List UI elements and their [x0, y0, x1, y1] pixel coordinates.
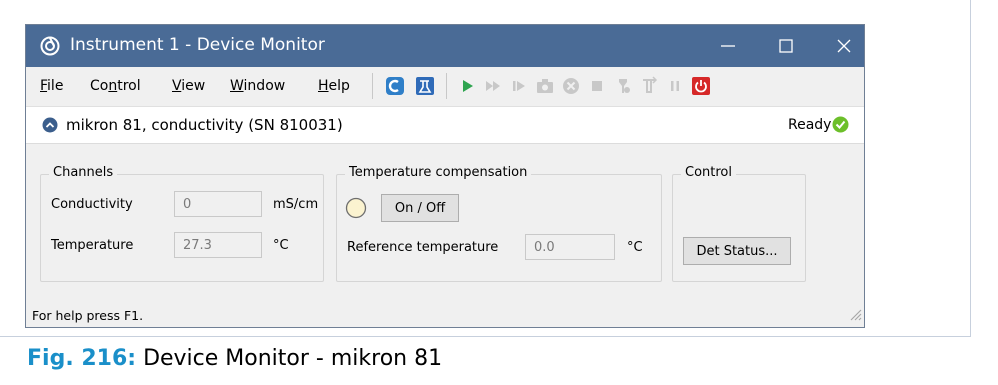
play-icon [463, 80, 473, 92]
resize-grip-icon[interactable] [846, 305, 862, 325]
reference-temperature-field[interactable]: 0.0 [525, 234, 615, 260]
on-off-button[interactable]: On / Off [381, 194, 459, 222]
stop-button[interactable] [584, 73, 610, 99]
temperature-compensation-title: Temperature compensation [345, 165, 532, 180]
menu-control[interactable]: Control [90, 78, 141, 94]
close-button[interactable] [824, 31, 864, 61]
power-icon [692, 77, 710, 95]
step-icon [513, 81, 525, 91]
device-header: mikron 81, conductivity (SN 810031) Read… [26, 107, 864, 144]
menu-window[interactable]: Window [230, 78, 285, 94]
det-status-button[interactable]: Det Status... [683, 237, 791, 265]
maximize-button[interactable] [766, 31, 806, 61]
maximize-icon [779, 39, 793, 53]
method-icon [416, 77, 434, 95]
status-bar-text: For help press F1. [32, 308, 144, 323]
chevron-up-icon [42, 117, 58, 133]
start-button[interactable] [454, 73, 480, 99]
ready-check-icon [832, 116, 849, 137]
fast-forward-icon [486, 81, 500, 91]
temperature-unit: °C [273, 238, 289, 253]
device-title: mikron 81, conductivity (SN 810031) [66, 116, 343, 134]
status-text: Ready [788, 117, 832, 133]
pause-icon [671, 81, 679, 91]
channels-title: Channels [49, 165, 118, 180]
minimize-icon [721, 45, 735, 47]
minimize-button[interactable] [708, 31, 748, 61]
conductivity-label: Conductivity [51, 197, 133, 212]
figure-caption-text: Device Monitor - mikron 81 [143, 346, 443, 371]
reference-temperature-label: Reference temperature [347, 240, 499, 255]
app-logo-icon [40, 36, 60, 60]
connect-button[interactable] [382, 73, 408, 99]
title-bar: Instrument 1 - Device Monitor [26, 25, 864, 67]
status-bar: For help press F1. [26, 303, 864, 327]
purge-button[interactable] [610, 73, 636, 99]
temperature-label: Temperature [51, 238, 134, 253]
page-border [970, 0, 971, 336]
figure-number: Fig. 216: [27, 346, 137, 371]
method-button[interactable] [412, 73, 438, 99]
figure-caption: Fig. 216: Device Monitor - mikron 81 [27, 346, 442, 371]
purge-icon [619, 79, 630, 93]
window-title: Instrument 1 - Device Monitor [70, 35, 325, 55]
pause-button[interactable] [662, 73, 688, 99]
abort-icon [563, 78, 579, 94]
pump-icon [643, 76, 658, 93]
conductivity-field[interactable]: 0 [174, 191, 262, 217]
collapse-button[interactable] [42, 117, 58, 137]
toolbar-separator [372, 73, 373, 99]
led-icon [345, 197, 367, 219]
conductivity-unit: mS/cm [273, 197, 319, 212]
fast-forward-button[interactable] [480, 73, 506, 99]
control-title: Control [681, 165, 736, 180]
pump-button[interactable] [636, 73, 662, 99]
snapshot-icon [537, 79, 553, 93]
stop-icon [592, 81, 602, 91]
device-monitor-window: Instrument 1 - Device Monitor File Contr… [25, 24, 865, 328]
abort-button[interactable] [558, 73, 584, 99]
menu-file[interactable]: File [40, 78, 63, 94]
control-group: Control Det Status... [672, 165, 806, 282]
close-icon [837, 39, 851, 53]
step-button[interactable] [506, 73, 532, 99]
temperature-field[interactable]: 27.3 [174, 232, 262, 258]
reference-temperature-unit: °C [627, 240, 643, 255]
toolbar-separator [446, 73, 447, 99]
power-off-button[interactable] [688, 73, 714, 99]
connect-icon [386, 77, 404, 95]
temperature-compensation-group: Temperature compensation On / Off Refere… [336, 165, 662, 282]
menu-bar: File Control View Window Help [26, 67, 864, 107]
menu-help[interactable]: Help [318, 78, 350, 94]
menu-view[interactable]: View [172, 78, 205, 94]
channels-group: Channels Conductivity 0 mS/cm Temperatur… [40, 165, 324, 282]
compensation-led-indicator [345, 197, 367, 223]
page-border [0, 336, 971, 337]
snapshot-button[interactable] [532, 73, 558, 99]
